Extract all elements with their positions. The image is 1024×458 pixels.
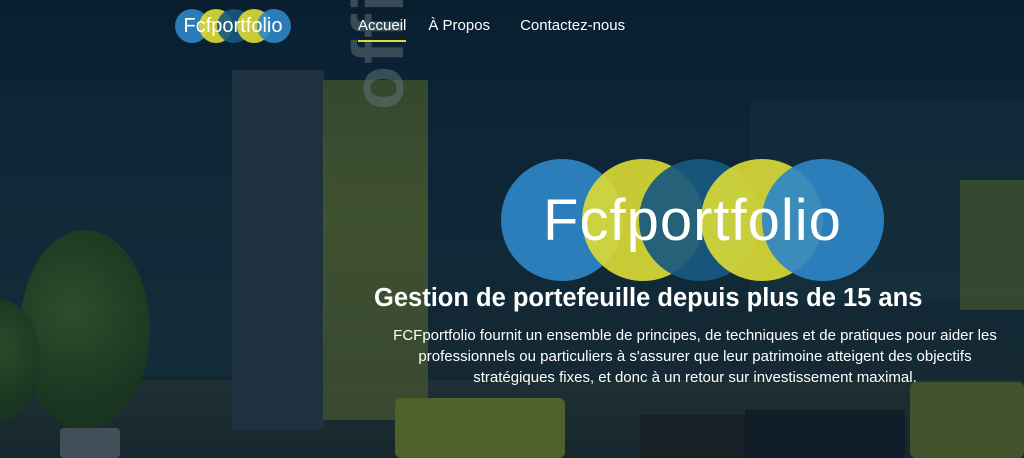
nav-link-accueil[interactable]: Accueil: [358, 17, 407, 42]
nav-link-contact[interactable]: Contactez-nous: [520, 17, 625, 42]
hero-logo: Fcfportfolio: [500, 158, 885, 282]
nav-links: Accueil À Propos Contactez-nous: [358, 17, 625, 42]
nav-logo-text: Fcfportfolio: [183, 14, 283, 37]
hero-logo-text: Fcfportfolio: [543, 187, 842, 253]
navbar: Fcfportfolio Accueil À Propos Contactez-…: [0, 0, 1024, 52]
nav-link-a-propos[interactable]: À Propos: [428, 17, 490, 42]
hero-description: FCFportfolio fournit un ensemble de prin…: [393, 327, 997, 386]
hero-headline: Gestion de portefeuille depuis plus de 1…: [374, 284, 923, 312]
hero-section: office Fcfportfolio Accueil À Propos Con…: [0, 0, 1024, 458]
nav-logo[interactable]: Fcfportfolio: [174, 8, 292, 44]
